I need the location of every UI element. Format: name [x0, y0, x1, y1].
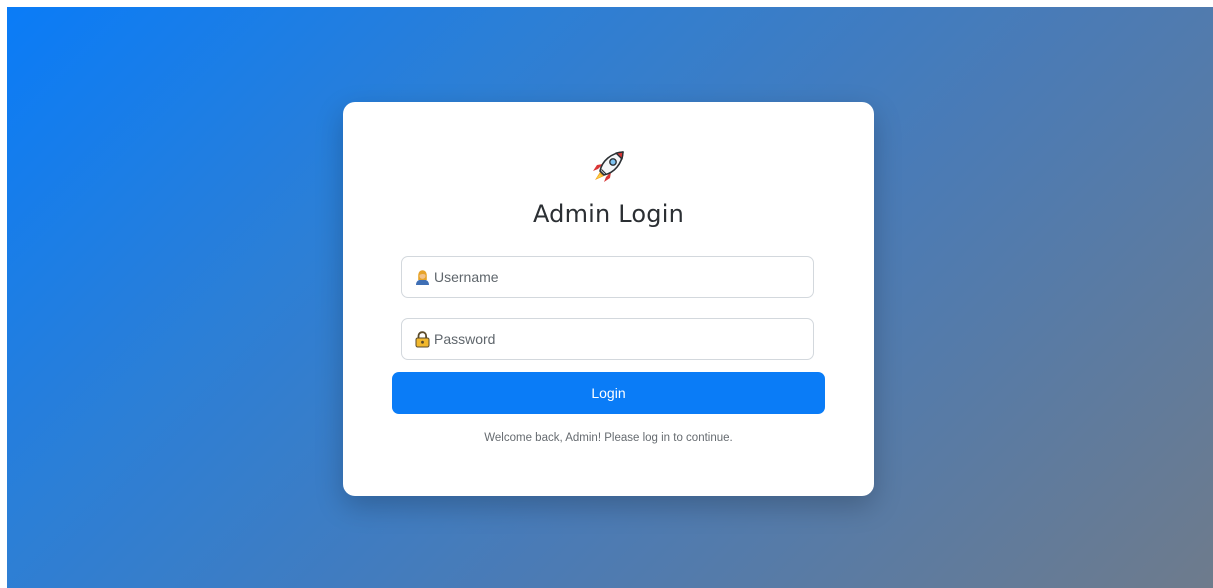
rocket-icon — [593, 151, 624, 182]
username-placeholder: Username — [434, 269, 499, 285]
page-background: Admin Login Username Password Login Welc… — [7, 7, 1213, 588]
login-card: Admin Login Username Password Login Welc… — [343, 102, 874, 496]
login-button[interactable]: Login — [392, 372, 825, 414]
lock-icon — [415, 331, 430, 348]
page-title: Admin Login — [532, 200, 685, 228]
welcome-message: Welcome back, Admin! Please log in to co… — [484, 432, 733, 444]
username-input[interactable]: Username — [401, 256, 814, 298]
password-placeholder: Password — [434, 331, 496, 347]
user-icon — [416, 270, 429, 285]
password-input[interactable]: Password — [401, 318, 814, 360]
